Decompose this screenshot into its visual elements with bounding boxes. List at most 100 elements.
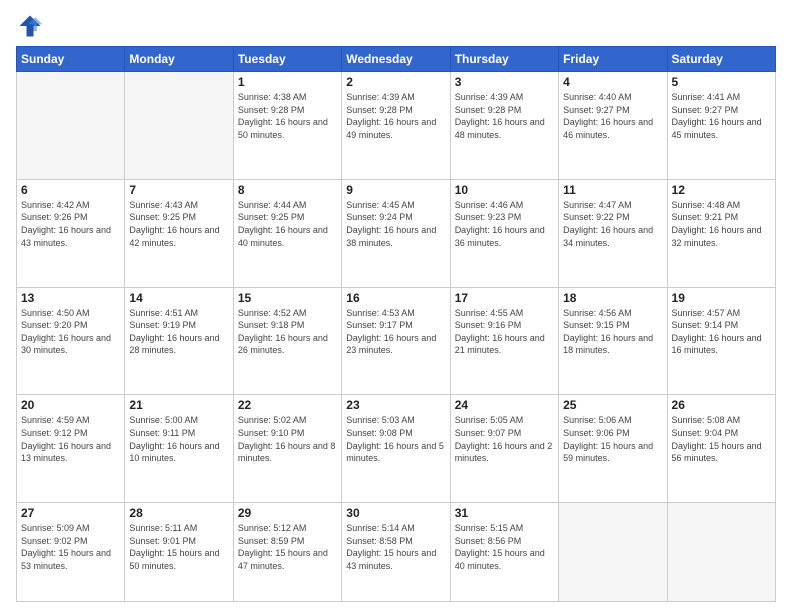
calendar-cell: 7 Sunrise: 4:43 AMSunset: 9:25 PMDaylight… [125, 179, 233, 287]
calendar-cell: 3 Sunrise: 4:39 AMSunset: 9:28 PMDaylight… [450, 72, 558, 180]
weekday-header: Friday [559, 47, 667, 72]
calendar-week-row: 1 Sunrise: 4:38 AMSunset: 9:28 PMDaylight… [17, 72, 776, 180]
day-detail: Sunrise: 5:12 AMSunset: 8:59 PMDaylight:… [238, 522, 337, 572]
calendar-cell: 5 Sunrise: 4:41 AMSunset: 9:27 PMDaylight… [667, 72, 775, 180]
day-number: 6 [21, 183, 120, 197]
day-detail: Sunrise: 4:46 AMSunset: 9:23 PMDaylight:… [455, 199, 554, 249]
calendar-week-row: 20 Sunrise: 4:59 AMSunset: 9:12 PMDayligh… [17, 395, 776, 503]
calendar-cell: 22 Sunrise: 5:02 AMSunset: 9:10 PMDayligh… [233, 395, 341, 503]
day-number: 4 [563, 75, 662, 89]
day-detail: Sunrise: 4:53 AMSunset: 9:17 PMDaylight:… [346, 307, 445, 357]
day-detail: Sunrise: 4:40 AMSunset: 9:27 PMDaylight:… [563, 91, 662, 141]
day-number: 10 [455, 183, 554, 197]
calendar-cell: 25Sunrise: 5:06 AMSunset: 9:06 PMDayligh… [559, 395, 667, 503]
day-detail: Sunrise: 4:42 AMSunset: 9:26 PMDaylight:… [21, 199, 120, 249]
calendar-cell: 19 Sunrise: 4:57 AMSunset: 9:14 PMDayligh… [667, 287, 775, 395]
day-number: 3 [455, 75, 554, 89]
calendar-header-row: SundayMondayTuesdayWednesdayThursdayFrid… [17, 47, 776, 72]
day-number: 25 [563, 398, 662, 412]
day-number: 30 [346, 506, 445, 520]
day-number: 17 [455, 291, 554, 305]
calendar-cell: 6 Sunrise: 4:42 AMSunset: 9:26 PMDaylight… [17, 179, 125, 287]
calendar-cell: 24 Sunrise: 5:05 AMSunset: 9:07 PMDayligh… [450, 395, 558, 503]
day-number: 18 [563, 291, 662, 305]
calendar-cell [17, 72, 125, 180]
day-number: 12 [672, 183, 771, 197]
calendar-cell: 9Sunrise: 4:45 AMSunset: 9:24 PMDaylight… [342, 179, 450, 287]
day-detail: Sunrise: 4:50 AMSunset: 9:20 PMDaylight:… [21, 307, 120, 357]
calendar-cell: 18 Sunrise: 4:56 AMSunset: 9:15 PMDayligh… [559, 287, 667, 395]
day-number: 5 [672, 75, 771, 89]
day-detail: Sunrise: 4:48 AMSunset: 9:21 PMDaylight:… [672, 199, 771, 249]
day-detail: Sunrise: 5:09 AMSunset: 9:02 PMDaylight:… [21, 522, 120, 572]
day-number: 26 [672, 398, 771, 412]
weekday-header: Thursday [450, 47, 558, 72]
day-number: 7 [129, 183, 228, 197]
calendar-table: SundayMondayTuesdayWednesdayThursdayFrid… [16, 46, 776, 602]
day-detail: Sunrise: 4:38 AMSunset: 9:28 PMDaylight:… [238, 91, 337, 141]
weekday-header: Monday [125, 47, 233, 72]
day-number: 8 [238, 183, 337, 197]
day-number: 19 [672, 291, 771, 305]
weekday-header: Tuesday [233, 47, 341, 72]
calendar-cell: 29Sunrise: 5:12 AMSunset: 8:59 PMDayligh… [233, 503, 341, 602]
calendar-cell: 12 Sunrise: 4:48 AMSunset: 9:21 PMDayligh… [667, 179, 775, 287]
calendar-cell [667, 503, 775, 602]
day-number: 16 [346, 291, 445, 305]
day-detail: Sunrise: 5:02 AMSunset: 9:10 PMDaylight:… [238, 414, 337, 464]
calendar-cell: 4 Sunrise: 4:40 AMSunset: 9:27 PMDaylight… [559, 72, 667, 180]
calendar-cell: 21Sunrise: 5:00 AMSunset: 9:11 PMDayligh… [125, 395, 233, 503]
calendar-week-row: 6 Sunrise: 4:42 AMSunset: 9:26 PMDaylight… [17, 179, 776, 287]
calendar-cell: 26Sunrise: 5:08 AMSunset: 9:04 PMDayligh… [667, 395, 775, 503]
calendar-cell: 16 Sunrise: 4:53 AMSunset: 9:17 PMDayligh… [342, 287, 450, 395]
calendar-cell: 28Sunrise: 5:11 AMSunset: 9:01 PMDayligh… [125, 503, 233, 602]
calendar-cell: 2 Sunrise: 4:39 AMSunset: 9:28 PMDaylight… [342, 72, 450, 180]
page: SundayMondayTuesdayWednesdayThursdayFrid… [0, 0, 792, 612]
day-number: 23 [346, 398, 445, 412]
day-detail: Sunrise: 4:47 AMSunset: 9:22 PMDaylight:… [563, 199, 662, 249]
day-number: 24 [455, 398, 554, 412]
day-detail: Sunrise: 4:39 AMSunset: 9:28 PMDaylight:… [455, 91, 554, 141]
day-detail: Sunrise: 4:44 AMSunset: 9:25 PMDaylight:… [238, 199, 337, 249]
day-detail: Sunrise: 5:03 AMSunset: 9:08 PMDaylight:… [346, 414, 445, 464]
calendar-week-row: 27 Sunrise: 5:09 AMSunset: 9:02 PMDayligh… [17, 503, 776, 602]
day-detail: Sunrise: 4:57 AMSunset: 9:14 PMDaylight:… [672, 307, 771, 357]
calendar-cell [559, 503, 667, 602]
day-number: 14 [129, 291, 228, 305]
day-number: 28 [129, 506, 228, 520]
calendar-cell: 14 Sunrise: 4:51 AMSunset: 9:19 PMDayligh… [125, 287, 233, 395]
calendar-week-row: 13 Sunrise: 4:50 AMSunset: 9:20 PMDayligh… [17, 287, 776, 395]
calendar-cell: 1 Sunrise: 4:38 AMSunset: 9:28 PMDaylight… [233, 72, 341, 180]
day-detail: Sunrise: 4:41 AMSunset: 9:27 PMDaylight:… [672, 91, 771, 141]
calendar-cell: 10 Sunrise: 4:46 AMSunset: 9:23 PMDayligh… [450, 179, 558, 287]
calendar-cell: 20 Sunrise: 4:59 AMSunset: 9:12 PMDayligh… [17, 395, 125, 503]
day-detail: Sunrise: 4:39 AMSunset: 9:28 PMDaylight:… [346, 91, 445, 141]
day-number: 15 [238, 291, 337, 305]
day-number: 1 [238, 75, 337, 89]
weekday-header: Saturday [667, 47, 775, 72]
calendar-cell: 23 Sunrise: 5:03 AMSunset: 9:08 PMDayligh… [342, 395, 450, 503]
calendar-cell: 13 Sunrise: 4:50 AMSunset: 9:20 PMDayligh… [17, 287, 125, 395]
logo [16, 12, 48, 40]
day-detail: Sunrise: 5:00 AMSunset: 9:11 PMDaylight:… [129, 414, 228, 464]
weekday-header: Wednesday [342, 47, 450, 72]
calendar-cell: 27 Sunrise: 5:09 AMSunset: 9:02 PMDayligh… [17, 503, 125, 602]
calendar-cell: 8 Sunrise: 4:44 AMSunset: 9:25 PMDaylight… [233, 179, 341, 287]
header [16, 12, 776, 40]
logo-icon [16, 12, 44, 40]
day-detail: Sunrise: 4:43 AMSunset: 9:25 PMDaylight:… [129, 199, 228, 249]
day-number: 20 [21, 398, 120, 412]
day-detail: Sunrise: 4:56 AMSunset: 9:15 PMDaylight:… [563, 307, 662, 357]
day-number: 11 [563, 183, 662, 197]
day-detail: Sunrise: 4:55 AMSunset: 9:16 PMDaylight:… [455, 307, 554, 357]
day-detail: Sunrise: 5:05 AMSunset: 9:07 PMDaylight:… [455, 414, 554, 464]
calendar-cell: 30Sunrise: 5:14 AMSunset: 8:58 PMDayligh… [342, 503, 450, 602]
weekday-header: Sunday [17, 47, 125, 72]
day-number: 22 [238, 398, 337, 412]
day-number: 2 [346, 75, 445, 89]
day-number: 27 [21, 506, 120, 520]
day-detail: Sunrise: 4:59 AMSunset: 9:12 PMDaylight:… [21, 414, 120, 464]
day-number: 13 [21, 291, 120, 305]
calendar-cell [125, 72, 233, 180]
day-detail: Sunrise: 4:51 AMSunset: 9:19 PMDaylight:… [129, 307, 228, 357]
